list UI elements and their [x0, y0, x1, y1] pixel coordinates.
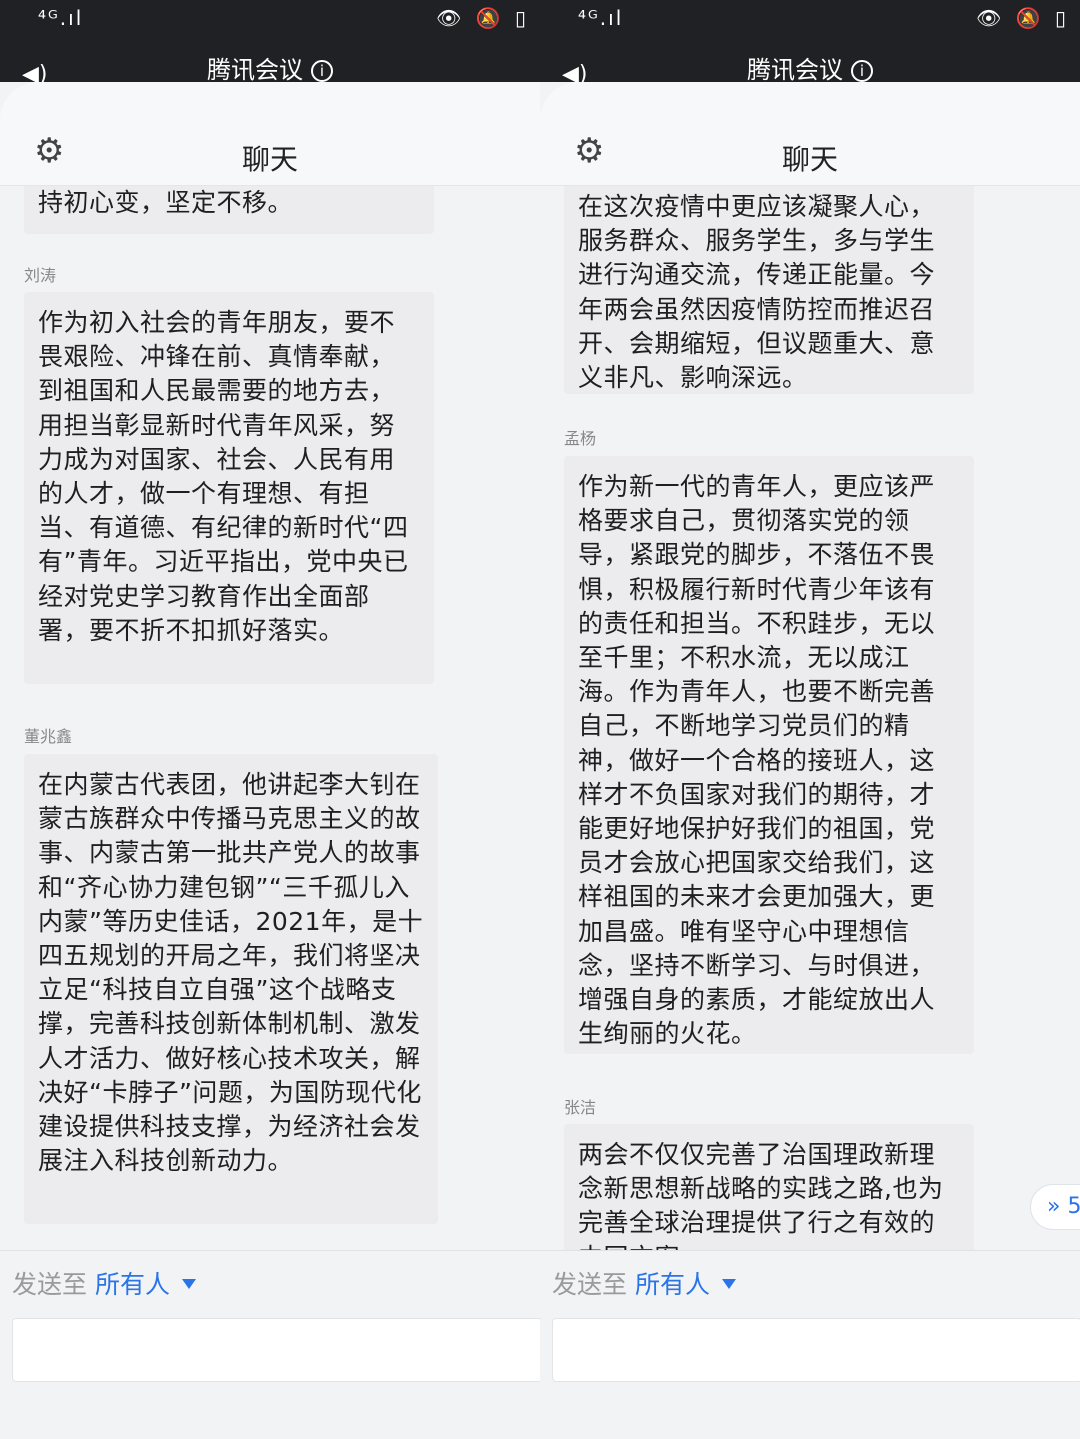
message-bubble: 作为新一代的青年人，更应该严格要求自己，贯彻落实党的领导，紧跟党的脚步，不落伍不…	[564, 456, 974, 1054]
send-to-label: 发送至	[12, 1270, 88, 1299]
signal-wifi-icons: ⁴ᴳ.ıl	[578, 6, 624, 30]
chevron-down-icon: »	[1047, 1194, 1061, 1219]
send-to-bar[interactable]: 发送至 所有人	[540, 1250, 1080, 1314]
status-right-icons: 👁 🔕 ▯	[975, 6, 1070, 30]
status-bar: ⁴ᴳ.ıl 👁 🔕 ▯ ◀) 腾讯会议 i	[0, 0, 540, 87]
left-phone-screen: ⁴ᴳ.ıl 👁 🔕 ▯ ◀) 腾讯会议 i ⚙ 聊天 持初心变，坚定不移。 刘涛 …	[0, 0, 540, 1439]
meeting-title[interactable]: 腾讯会议 i	[540, 50, 1080, 85]
new-messages-count: 5条	[1067, 1194, 1080, 1219]
right-phone-screen: ⁴ᴳ.ıl 👁 🔕 ▯ ◀) 腾讯会议 i ⚙ 聊天 在这次疫情中更应该凝聚人心，…	[540, 0, 1080, 1439]
dropdown-caret-icon[interactable]	[182, 1279, 197, 1289]
message-input[interactable]	[552, 1318, 1080, 1382]
chat-title: 聊天	[781, 143, 838, 176]
message-bubble: 持初心变，坚定不移。	[24, 186, 434, 234]
message-sender: 董兆鑫	[24, 727, 73, 746]
send-to-selector[interactable]: 发送至 所有人	[552, 1265, 737, 1301]
chat-header: ⚙ 聊天	[540, 82, 1080, 186]
message-list[interactable]: 持初心变，坚定不移。 刘涛 作为初入社会的青年朋友，要不畏艰险、冲锋在前、真情奉…	[0, 186, 540, 1250]
message-bubble: 作为初入社会的青年朋友，要不畏艰险、冲锋在前、真情奉献，到祖国和人民最需要的地方…	[24, 292, 434, 684]
message-sender: 刘涛	[24, 266, 57, 285]
status-right-icons: 👁 🔕 ▯	[435, 6, 530, 30]
app-title-text: 腾讯会议	[747, 56, 843, 84]
signal-wifi-icons: ⁴ᴳ.ıl	[38, 6, 84, 30]
message-sender: 孟杨	[564, 429, 597, 448]
message-bubble: 两会不仅仅完善了治国理政新理念新思想新战略的实践之路,也为完善全球治理提供了行之…	[564, 1124, 974, 1250]
send-target[interactable]: 所有人	[95, 1270, 170, 1299]
meeting-title[interactable]: 腾讯会议 i	[0, 50, 540, 85]
new-messages-badge[interactable]: » 5条	[1030, 1184, 1080, 1230]
chat-panel: ⚙ 聊天 在这次疫情中更应该凝聚人心，服务群众、服务学生，多与学生进行沟通交流，…	[540, 82, 1080, 1439]
chat-title: 聊天	[241, 143, 298, 176]
info-icon[interactable]: i	[851, 60, 873, 82]
message-list[interactable]: 在这次疫情中更应该凝聚人心，服务群众、服务学生，多与学生进行沟通交流，传递正能量…	[540, 186, 1080, 1250]
send-to-label: 发送至	[552, 1270, 628, 1299]
dropdown-caret-icon[interactable]	[722, 1279, 737, 1289]
message-sender: 张洁	[564, 1098, 597, 1117]
message-input[interactable]	[12, 1318, 540, 1382]
send-to-bar[interactable]: 发送至 所有人	[0, 1250, 540, 1314]
status-bar: ⁴ᴳ.ıl 👁 🔕 ▯ ◀) 腾讯会议 i	[540, 0, 1080, 87]
info-icon[interactable]: i	[311, 60, 333, 82]
message-bubble: 在内蒙古代表团，他讲起李大钊在蒙古族群众中传播马克思主义的故事、内蒙古第一批共产…	[24, 754, 438, 1224]
message-bubble: 在这次疫情中更应该凝聚人心，服务群众、服务学生，多与学生进行沟通交流，传递正能量…	[564, 186, 974, 394]
chat-panel: ⚙ 聊天 持初心变，坚定不移。 刘涛 作为初入社会的青年朋友，要不畏艰险、冲锋在…	[0, 82, 540, 1439]
send-target[interactable]: 所有人	[635, 1270, 710, 1299]
app-title-text: 腾讯会议	[207, 56, 303, 84]
send-to-selector[interactable]: 发送至 所有人	[12, 1265, 197, 1301]
chat-header: ⚙ 聊天	[0, 82, 540, 186]
